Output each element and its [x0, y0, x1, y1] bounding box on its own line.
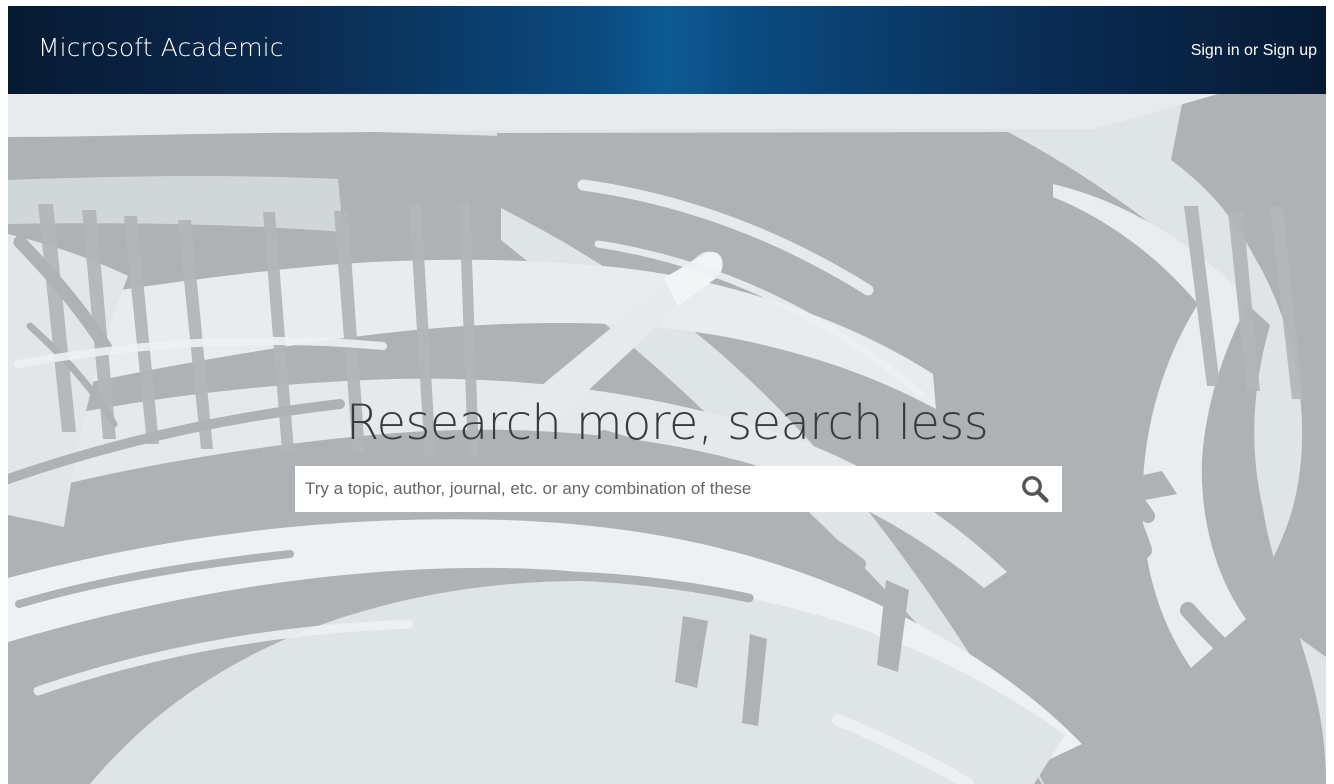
search-form	[295, 466, 1062, 512]
microsoft-academic-logo[interactable]: Microsoft Academic	[38, 33, 284, 62]
page-title: Research more, search less	[345, 395, 989, 452]
search-button[interactable]	[1020, 474, 1050, 504]
search-input[interactable]	[295, 466, 995, 512]
hero-search-section: Research more, search less	[8, 94, 1326, 784]
microsoft-academic-home: Microsoft Academic Sign in or Sign up Re…	[0, 0, 1334, 784]
top-navigation-bar: Microsoft Academic Sign in or Sign up	[8, 6, 1326, 94]
sign-in-or-sign-up-link[interactable]: Sign in or Sign up	[1191, 42, 1317, 60]
